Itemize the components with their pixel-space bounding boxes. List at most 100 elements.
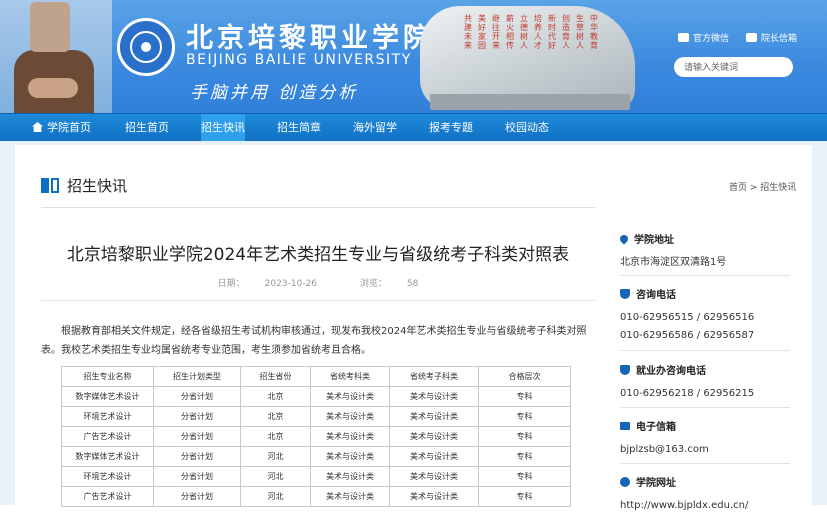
- table-header-cell: 招生省份: [240, 366, 311, 387]
- nav-item-campus-news[interactable]: 校园动态: [505, 114, 549, 142]
- table-row: 广告艺术设计 分省计划 河北 美术与设计类 美术与设计类 专科: [61, 486, 571, 507]
- founder-photo: [0, 0, 112, 113]
- sidebar-email: 电子信箱 bjplzsb@163.com: [620, 418, 709, 459]
- table-row: 数字媒体艺术设计 分省计划 北京 美术与设计类 美术与设计类 专科: [61, 386, 571, 407]
- inscription-column: 立德树人: [520, 14, 528, 50]
- breadcrumb-home[interactable]: 首页: [729, 183, 747, 193]
- website-value[interactable]: http://www.bjpldx.edu.cn/: [620, 497, 748, 515]
- president-mailbox-link[interactable]: 院长信箱: [746, 31, 797, 44]
- section-heading: 招生快讯: [41, 175, 127, 196]
- table-cell: 美术与设计类: [389, 426, 479, 447]
- article-divider: [41, 300, 595, 301]
- sidebar-job-phone: 就业办咨询电话 010-62956218 / 62956215: [620, 362, 754, 403]
- sidebar-divider: [620, 275, 790, 276]
- table-cell: 美术与设计类: [389, 486, 479, 507]
- globe-icon: [620, 476, 630, 487]
- table-cell: 专科: [478, 446, 571, 467]
- table-cell: 分省计划: [153, 486, 241, 507]
- nav-item-admissions-home[interactable]: 招生首页: [125, 114, 169, 142]
- school-motto: 手脑并用 创造分析: [190, 83, 359, 103]
- table-cell: 美术与设计类: [389, 386, 479, 407]
- sidebar-divider: [620, 350, 790, 351]
- inscription-column: 共建未来: [464, 14, 472, 50]
- sidebar-divider: [620, 407, 790, 408]
- section-title: 招生快讯: [67, 177, 128, 195]
- table-cell: 环境艺术设计: [61, 466, 154, 487]
- nav-item-exam-topics[interactable]: 报考专题: [429, 114, 473, 142]
- school-name-cn: 北京培黎职业学院: [186, 23, 434, 54]
- inscription-column: 美好家园: [478, 14, 486, 50]
- job-phone-line: 010-62956218 / 62956215: [620, 388, 755, 399]
- table-cell: 分省计划: [153, 426, 241, 447]
- table-row: 环境艺术设计 分省计划 北京 美术与设计类 美术与设计类 专科: [61, 406, 571, 427]
- sidebar-divider: [620, 463, 790, 464]
- table-header-cell: 省统考子科类: [389, 366, 479, 387]
- table-header-cell: 招生计划类型: [153, 366, 241, 387]
- table-cell: 美术与设计类: [310, 446, 390, 467]
- table-cell: 专科: [478, 466, 571, 487]
- school-name-en: BEIJING BAILIE UNIVERSITY: [186, 52, 412, 68]
- table-cell: 美术与设计类: [310, 386, 390, 407]
- table-cell: 分省计划: [153, 446, 241, 467]
- wechat-icon: [678, 33, 689, 42]
- site-header: 北京培黎职业学院 BEIJING BAILIE UNIVERSITY 手脑并用 …: [0, 0, 827, 113]
- table-cell: 美术与设计类: [389, 446, 479, 467]
- mailbox-link-label: 院长信箱: [761, 34, 798, 44]
- nav-item-admissions-news[interactable]: 招生快讯: [201, 114, 245, 142]
- table-header-cell: 合格层次: [478, 366, 571, 387]
- table-cell: 广告艺术设计: [61, 486, 154, 507]
- table-cell: 河北: [240, 466, 311, 487]
- major-mapping-table: 招生专业名称 招生计划类型 招生省份 省统考科类 省统考子科类 合格层次 数字媒体艺术设计…: [61, 366, 571, 507]
- sidebar-address: 学院地址 北京市海淀区双清路1号: [618, 231, 727, 272]
- article-meta: 日期： 2023-10-26 浏览： 58: [41, 276, 595, 289]
- table-cell: 广告艺术设计: [61, 426, 154, 447]
- inscription-column: 薪火相传: [506, 14, 514, 50]
- article-date: 日期： 2023-10-26: [217, 279, 317, 289]
- table-cell: 分省计划: [153, 406, 241, 427]
- inscription-column: 新时代好: [548, 14, 556, 50]
- table-cell: 美术与设计类: [389, 466, 479, 487]
- table-header-cell: 省统考科类: [310, 366, 390, 387]
- table-cell: 河北: [240, 486, 311, 507]
- table-cell: 北京: [240, 426, 311, 447]
- mail-icon: [746, 33, 757, 42]
- wechat-link[interactable]: 官方微信: [678, 31, 729, 44]
- table-cell: 专科: [478, 386, 571, 407]
- table-cell: 专科: [478, 426, 571, 447]
- address-value: 北京市海淀区双清路1号: [620, 257, 727, 268]
- table-cell: 数字媒体艺术设计: [61, 446, 154, 467]
- inscription-column: 生草树人: [576, 14, 584, 50]
- nav-item-admissions-guide[interactable]: 招生简章: [277, 114, 321, 142]
- article-views: 浏览： 58: [359, 279, 419, 289]
- table-cell: 北京: [240, 386, 311, 407]
- school-logo-icon[interactable]: [117, 18, 175, 76]
- sidebar-phone: 咨询电话 010-62956515 / 62956516 010-6295658…: [620, 286, 754, 345]
- home-icon: [32, 122, 43, 132]
- table-cell: 数字媒体艺术设计: [61, 386, 154, 407]
- wechat-link-label: 官方微信: [693, 34, 730, 44]
- inscription-column: 继往开来: [492, 14, 500, 50]
- phone-icon: [620, 288, 630, 299]
- breadcrumb-current[interactable]: 招生快讯: [760, 183, 796, 193]
- inscription-column: 中华教育: [590, 14, 598, 50]
- phone-line-2: 010-62956586 / 62956587: [620, 330, 755, 341]
- table-cell: 美术与设计类: [389, 406, 479, 427]
- nav-item-study-abroad[interactable]: 海外留学: [353, 114, 397, 142]
- table-cell: 美术与设计类: [310, 406, 390, 427]
- table-cell: 河北: [240, 446, 311, 467]
- table-cell: 专科: [478, 406, 571, 427]
- search-input[interactable]: [674, 57, 793, 77]
- email-icon: [620, 421, 630, 430]
- book-icon: [41, 178, 59, 193]
- table-row: 数字媒体艺术设计 分省计划 河北 美术与设计类 美术与设计类 专科: [61, 446, 571, 467]
- breadcrumb: 首页 > 招生快讯: [729, 183, 797, 193]
- email-value[interactable]: bjplzsb@163.com: [620, 441, 709, 459]
- table-cell: 美术与设计类: [310, 486, 390, 507]
- table-cell: 环境艺术设计: [61, 406, 154, 427]
- section-divider: [41, 207, 595, 208]
- table-cell: 分省计划: [153, 386, 241, 407]
- nav-item-home[interactable]: 学院首页: [32, 114, 91, 142]
- table-cell: 北京: [240, 406, 311, 427]
- inscription-column: 培养人才: [534, 14, 542, 50]
- table-cell: 美术与设计类: [310, 426, 390, 447]
